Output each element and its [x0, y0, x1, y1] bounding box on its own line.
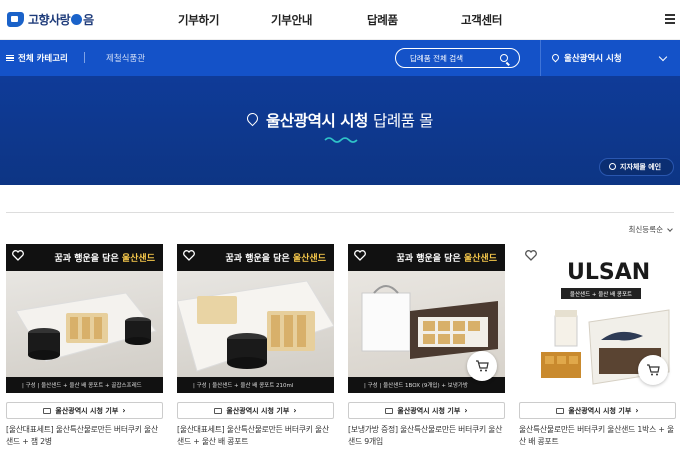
section-divider	[6, 212, 674, 213]
donate-button[interactable]: 울산광역시 시청 기부 ›	[348, 402, 505, 419]
product-image[interactable]: ULSAN 울산샌드 + 울산 배 콩포트	[519, 244, 676, 393]
product-image[interactable]: 꿈과 행운을 담은 울산샌드 | 구성 | 울산샌드 1BOX (9개입) + …	[348, 244, 505, 393]
nav-customer-center[interactable]: 고객센터	[461, 12, 502, 28]
site-logo[interactable]: 고향사랑 음	[7, 11, 94, 28]
donate-label: 울산광역시 시청 기부	[226, 406, 290, 415]
heart-icon[interactable]	[183, 250, 195, 261]
search-icon	[609, 163, 616, 170]
local-mall-label: 지자체몰 에인	[620, 163, 662, 171]
heart-icon[interactable]	[354, 250, 366, 261]
nav-gifts[interactable]: 답례품	[367, 12, 398, 28]
gift-box-icon	[43, 407, 52, 414]
chevron-right-icon: ›	[464, 406, 468, 415]
banner-strong: 울산샌드	[463, 254, 497, 264]
sort-select[interactable]: 최신등록순	[629, 224, 673, 235]
product-description[interactable]: [보냉가방 증정] 울산특산물로만든 버터쿠키 울산샌드 9개입	[348, 424, 505, 447]
banner-text: 꿈과 행운을 담은	[225, 254, 290, 264]
product-description[interactable]: 울산특산물로만든 버터쿠키 울산샌드 1박스 + 울산 배 콩포트	[519, 424, 676, 447]
menu-icon[interactable]	[665, 14, 675, 24]
product-card[interactable]: ULSAN 울산샌드 + 울산 배 콩포트	[519, 244, 676, 393]
search-icon[interactable]	[500, 54, 508, 62]
nav-donate[interactable]: 기부하기	[178, 12, 219, 28]
nav-donation-guide[interactable]: 기부안내	[271, 12, 312, 28]
product-description[interactable]: [울산대표세트] 울산특산물로만든 버터쿠키 울산샌드 + 울산 배 콩포트	[177, 424, 334, 447]
chevron-down-icon	[667, 225, 673, 232]
page-title-region: 울산광역시 시청	[266, 112, 369, 130]
logo-e-icon	[71, 14, 83, 25]
chevron-down-icon[interactable]	[658, 52, 668, 62]
sort-label: 최신등록순	[628, 225, 664, 234]
location-pin-icon	[552, 54, 559, 63]
top-header: 고향사랑 음 기부하기 기부안내 답례품 고객센터	[0, 0, 680, 40]
product-card[interactable]: 꿈과 행운을 담은 울산샌드 | 구성 | 울산샌드 + 울산 배 콩포트 + …	[6, 244, 163, 393]
divider	[540, 40, 541, 76]
banner-strong: 울산샌드	[121, 254, 155, 264]
donate-label: 울산광역시 시청 기부	[55, 406, 119, 415]
product-description[interactable]: [울산대표세트] 울산특산물로만든 버터쿠키 울산샌드 + 잼 2병	[6, 424, 163, 447]
location-select[interactable]: 울산광역시 시청	[552, 40, 622, 76]
chevron-right-icon: ›	[122, 406, 126, 415]
heart-icon[interactable]	[12, 250, 24, 261]
location-pin-icon	[247, 113, 258, 127]
product-card[interactable]: 꿈과 행운을 담은 울산샌드 | 구성 | 울산샌드 1BOX (9개입) + …	[348, 244, 505, 393]
search-placeholder: 답례품 전체 검색	[410, 53, 464, 63]
product-card[interactable]: 꿈과 행운을 담은 울산샌드 | 구성 | 울산샌드 + 울산 배 콩포트 21…	[177, 244, 334, 393]
breadcrumb[interactable]: 제철식품관	[106, 52, 145, 64]
local-mall-button[interactable]: 지자체몰 에인	[599, 158, 674, 176]
gift-box-icon	[556, 407, 565, 414]
location-label: 울산광역시 시청	[564, 54, 622, 64]
cart-icon	[647, 364, 660, 376]
donate-button[interactable]: 울산광역시 시청 기부 ›	[6, 402, 163, 419]
divider	[84, 52, 85, 63]
banner-text: 꿈과 행운을 담은	[54, 254, 119, 264]
wave-decoration-icon	[324, 137, 358, 143]
chevron-right-icon: ›	[293, 406, 297, 415]
product-caption: | 구성 | 울산샌드 + 울산 배 콩포트 + 골잡스프레드	[6, 377, 163, 393]
add-to-cart-button[interactable]	[638, 355, 668, 385]
page-title-suffix: 답례품 몰	[373, 112, 433, 130]
hero-banner: 울산광역시 시청 답례품 몰 지자체몰 에인	[0, 76, 680, 185]
all-category-label: 전체 카테고리	[18, 54, 68, 64]
page-title: 울산광역시 시청 답례품 몰	[0, 109, 680, 131]
logo-mark-icon	[7, 12, 24, 27]
gift-box-icon	[385, 407, 394, 414]
chevron-right-icon: ›	[635, 406, 639, 415]
banner-text: 꿈과 행운을 담은	[396, 254, 461, 264]
logo-text: 고향사랑	[28, 13, 71, 27]
donate-button[interactable]: 울산광역시 시청 기부 ›	[177, 402, 334, 419]
product-photo	[15, 292, 157, 362]
product-image[interactable]: 꿈과 행운을 담은 울산샌드 | 구성 | 울산샌드 + 울산 배 콩포트 21…	[177, 244, 334, 393]
search-input[interactable]: 답례품 전체 검색	[395, 48, 520, 68]
category-bar: 전체 카테고리 제철식품관 답례품 전체 검색 울산광역시 시청	[0, 40, 680, 76]
donate-label: 울산광역시 시청 기부	[397, 406, 461, 415]
product-image[interactable]: 꿈과 행운을 담은 울산샌드 | 구성 | 울산샌드 + 울산 배 콩포트 + …	[6, 244, 163, 393]
product-photo	[177, 280, 334, 372]
product-caption: | 구성 | 울산샌드 + 울산 배 콩포트 210ml	[177, 377, 334, 393]
logo-text-end: 음	[83, 13, 94, 27]
banner-strong: 울산샌드	[292, 254, 326, 264]
donate-label: 울산광역시 시청 기부	[568, 406, 632, 415]
gift-box-icon	[214, 407, 223, 414]
add-to-cart-button[interactable]	[467, 351, 497, 381]
cart-icon	[476, 360, 489, 372]
heart-icon[interactable]	[525, 250, 537, 261]
list-icon	[6, 54, 14, 62]
donate-button[interactable]: 울산광역시 시청 기부 ›	[519, 402, 676, 419]
all-category-button[interactable]: 전체 카테고리	[6, 52, 68, 64]
